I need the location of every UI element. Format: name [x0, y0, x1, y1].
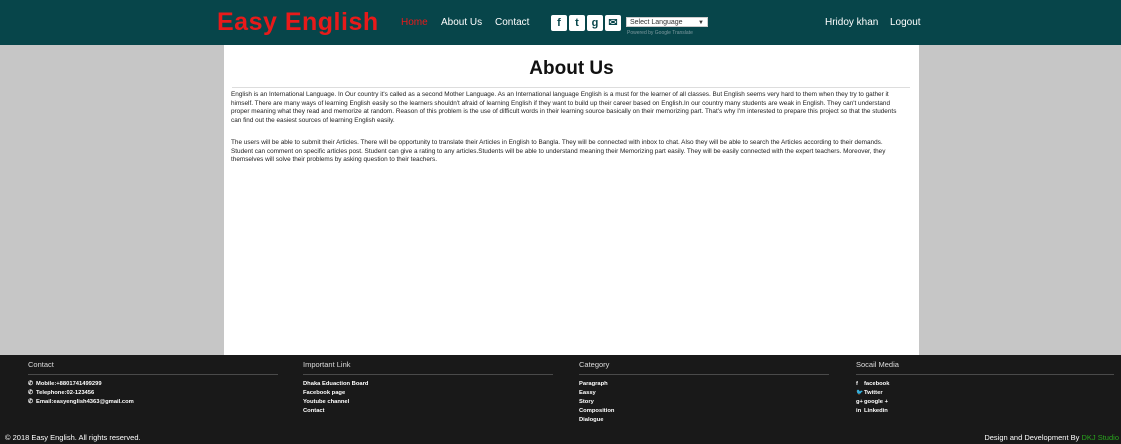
top-navbar: Easy English Home About Us Contact f t g…: [0, 0, 1121, 45]
link-facebook-page[interactable]: Facebook page: [303, 389, 553, 398]
contact-email: ✆ Email:easyenglish4363@gmail.com: [28, 398, 278, 407]
footer-links-column: Important Link Dhaka Eduaction Board Fac…: [303, 360, 553, 416]
twitter-icon[interactable]: t: [569, 15, 585, 31]
facebook-icon: f: [856, 381, 858, 387]
language-select-value: Select Language: [630, 19, 683, 26]
contact-mobile-text: Mobile:+8801741499299: [36, 381, 102, 387]
social-google-link[interactable]: g+google +: [856, 398, 1114, 407]
social-facebook-label: facebook: [864, 381, 890, 387]
title-divider: [232, 87, 910, 88]
footer-divider: [579, 374, 829, 375]
design-credit: Design and Development By DKJ Studio: [984, 433, 1119, 443]
social-twitter-label: Twitter: [864, 390, 883, 396]
social-twitter-link[interactable]: 🐦Twitter: [856, 389, 1114, 398]
copyright-text: © 2018 Easy English. All rights reserved…: [5, 433, 141, 442]
link-contact[interactable]: Contact: [303, 407, 553, 416]
social-linkedin-label: Linkedin: [864, 408, 888, 414]
category-eassy[interactable]: Eassy: [579, 389, 829, 398]
powered-by-google: Powered by Google Translate: [627, 30, 693, 36]
nav-contact-link[interactable]: Contact: [495, 17, 529, 29]
category-dialogue[interactable]: Dialogue: [579, 416, 829, 425]
social-facebook-link[interactable]: f facebook: [856, 380, 1114, 389]
contact-telephone-text: Telephone:02-123456: [36, 390, 95, 396]
about-content-panel: About Us English is an International Lan…: [224, 45, 919, 355]
footer-divider: [856, 374, 1114, 375]
footer-divider: [303, 374, 553, 375]
chevron-down-icon: ▼: [698, 20, 704, 26]
footer-category-title: Category: [579, 360, 610, 369]
design-studio-link[interactable]: DKJ Studio: [1081, 433, 1119, 442]
category-composition[interactable]: Composition: [579, 407, 829, 416]
link-dhaka-board[interactable]: Dhaka Eduaction Board: [303, 380, 553, 389]
footer-links-title: Important Link: [303, 360, 351, 369]
about-paragraph-1: English is an International Language. In…: [231, 91, 897, 124]
user-name-link[interactable]: Hridoy khan: [825, 17, 878, 29]
twitter-icon: 🐦: [856, 390, 864, 396]
contact-email-text: Email:easyenglish4363@gmail.com: [36, 399, 134, 405]
about-paragraph-2: The users will be able to submit their A…: [231, 139, 886, 164]
footer-divider: [28, 374, 278, 375]
footer-contact-column: Contact ✆ Mobile:+8801741499299 ✆ Telephon…: [28, 360, 278, 407]
social-google-label: google +: [864, 399, 888, 405]
footer-contact-title: Contact: [28, 360, 54, 369]
design-credit-text: Design and Development By: [984, 433, 1080, 442]
category-story[interactable]: Story: [579, 398, 829, 407]
contact-mobile: ✆ Mobile:+8801741499299: [28, 380, 278, 389]
footer-social-title: Socail Media: [856, 360, 899, 369]
brand-logo[interactable]: Easy English: [217, 8, 379, 36]
google-plus-icon[interactable]: g: [587, 15, 603, 31]
phone-icon: ✆: [28, 381, 33, 387]
linkedin-icon: in: [856, 408, 862, 414]
logout-link[interactable]: Logout: [890, 17, 921, 29]
nav-home-link[interactable]: Home: [401, 17, 428, 29]
nav-about-link[interactable]: About Us: [441, 17, 482, 29]
social-linkedin-link[interactable]: in Linkedin: [856, 407, 1114, 416]
google-plus-icon: g+: [856, 399, 863, 405]
contact-telephone: ✆ Telephone:02-123456: [28, 389, 278, 398]
footer-category-column: Category Paragraph Eassy Story Compositi…: [579, 360, 829, 425]
language-select[interactable]: Select Language ▼: [626, 17, 708, 27]
social-icons: f t g ✉: [551, 15, 621, 31]
facebook-icon[interactable]: f: [551, 15, 567, 31]
page-title: About Us: [529, 58, 614, 79]
footer-social-column: Socail Media f facebook 🐦Twitter g+google…: [856, 360, 1114, 416]
phone-icon: ✆: [28, 399, 33, 405]
mail-icon[interactable]: ✉: [605, 15, 621, 31]
link-youtube-channel[interactable]: Youtube channel: [303, 398, 553, 407]
footer: Contact ✆ Mobile:+8801741499299 ✆ Telephon…: [0, 355, 1121, 444]
phone-icon: ✆: [28, 390, 33, 396]
category-paragraph[interactable]: Paragraph: [579, 380, 829, 389]
